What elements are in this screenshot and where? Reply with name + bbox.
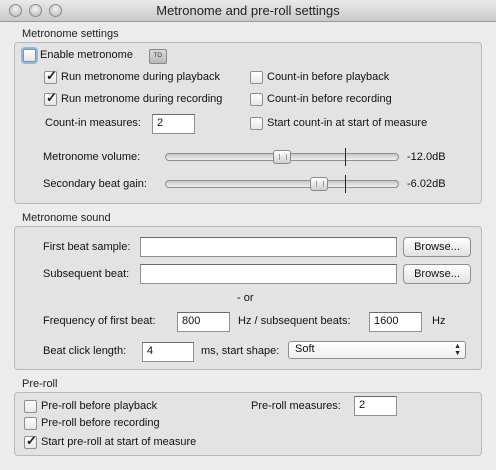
start-countin-at-measure-label: Start count-in at start of measure (267, 117, 428, 129)
countin-before-recording-checkbox[interactable] (250, 93, 263, 106)
metronome-volume-value: -12.0dB (407, 151, 446, 163)
start-preroll-at-measure-checkbox[interactable] (24, 433, 37, 449)
secondary-beat-gain-slider[interactable] (165, 175, 399, 193)
secondary-beat-gain-value: -6.02dB (407, 178, 446, 190)
beat-click-length-label: Beat click length: (43, 345, 127, 357)
first-beat-sample-label: First beat sample: (43, 241, 131, 253)
run-during-playback-checkbox[interactable] (44, 68, 57, 84)
slider-track (165, 180, 399, 188)
preroll-before-recording-label: Pre-roll before recording (41, 417, 160, 429)
to-button[interactable]: TO (149, 49, 167, 64)
metronome-settings-label: Metronome settings (22, 28, 119, 40)
run-during-recording-checkbox[interactable] (44, 90, 57, 106)
metronome-sound-label: Metronome sound (22, 212, 111, 224)
or-separator-text: - or (237, 292, 254, 304)
beat-click-length-unit: ms, start shape: (201, 345, 280, 357)
slider-reference-mark (345, 175, 346, 193)
freq-first-beat-input[interactable]: 800 (177, 312, 230, 332)
preroll-measures-input[interactable]: 2 (354, 396, 397, 416)
start-countin-at-measure-checkbox[interactable] (250, 117, 263, 130)
beat-click-length-input[interactable]: 4 (142, 342, 194, 362)
start-shape-select[interactable]: Soft ▲ ▼ (288, 341, 466, 359)
countin-before-playback-label: Count-in before playback (267, 71, 390, 83)
enable-metronome-label: Enable metronome (40, 49, 133, 61)
freq-subsequent-unit: Hz (432, 315, 446, 327)
preroll-measures-label: Pre-roll measures: (251, 400, 341, 412)
freq-subsequent-input[interactable]: 1600 (369, 312, 422, 332)
secondary-beat-gain-label: Secondary beat gain: (43, 178, 147, 190)
preroll-before-playback-label: Pre-roll before playback (41, 400, 158, 412)
run-during-playback-label: Run metronome during playback (61, 71, 220, 83)
countin-measures-label: Count-in measures: (45, 117, 141, 129)
browse-subsequent-beat-button[interactable]: Browse... (403, 264, 471, 284)
updown-arrows-icon: ▲ ▼ (454, 343, 461, 357)
preroll-before-recording-checkbox[interactable] (24, 417, 37, 430)
metronome-volume-knob[interactable] (273, 150, 291, 164)
subsequent-beat-label: Subsequent beat: (43, 268, 130, 280)
preroll-before-playback-checkbox[interactable] (24, 400, 37, 413)
settings-window: Metronome and pre-roll settings Metronom… (0, 0, 496, 470)
title-bar[interactable]: Metronome and pre-roll settings (0, 0, 496, 22)
run-during-recording-label: Run metronome during recording (61, 93, 223, 105)
window-title: Metronome and pre-roll settings (156, 3, 340, 18)
secondary-beat-gain-knob[interactable] (310, 177, 328, 191)
browse-first-beat-button[interactable]: Browse... (403, 237, 471, 257)
slider-reference-mark (345, 148, 346, 166)
enable-metronome-checkbox[interactable] (23, 49, 36, 62)
start-shape-selected: Soft (295, 343, 315, 355)
metronome-volume-slider[interactable] (165, 148, 399, 166)
countin-measures-input[interactable]: 2 (152, 114, 195, 134)
countin-before-recording-label: Count-in before recording (267, 93, 392, 105)
freq-first-beat-label: Frequency of first beat: (43, 315, 156, 327)
preroll-label: Pre-roll (22, 378, 58, 390)
metronome-volume-label: Metronome volume: (43, 151, 141, 163)
first-beat-sample-input[interactable] (140, 237, 397, 257)
freq-first-beat-unit: Hz / subsequent beats: (238, 315, 351, 327)
countin-before-playback-checkbox[interactable] (250, 71, 263, 84)
start-preroll-at-measure-label: Start pre-roll at start of measure (41, 436, 197, 448)
subsequent-beat-input[interactable] (140, 264, 397, 284)
